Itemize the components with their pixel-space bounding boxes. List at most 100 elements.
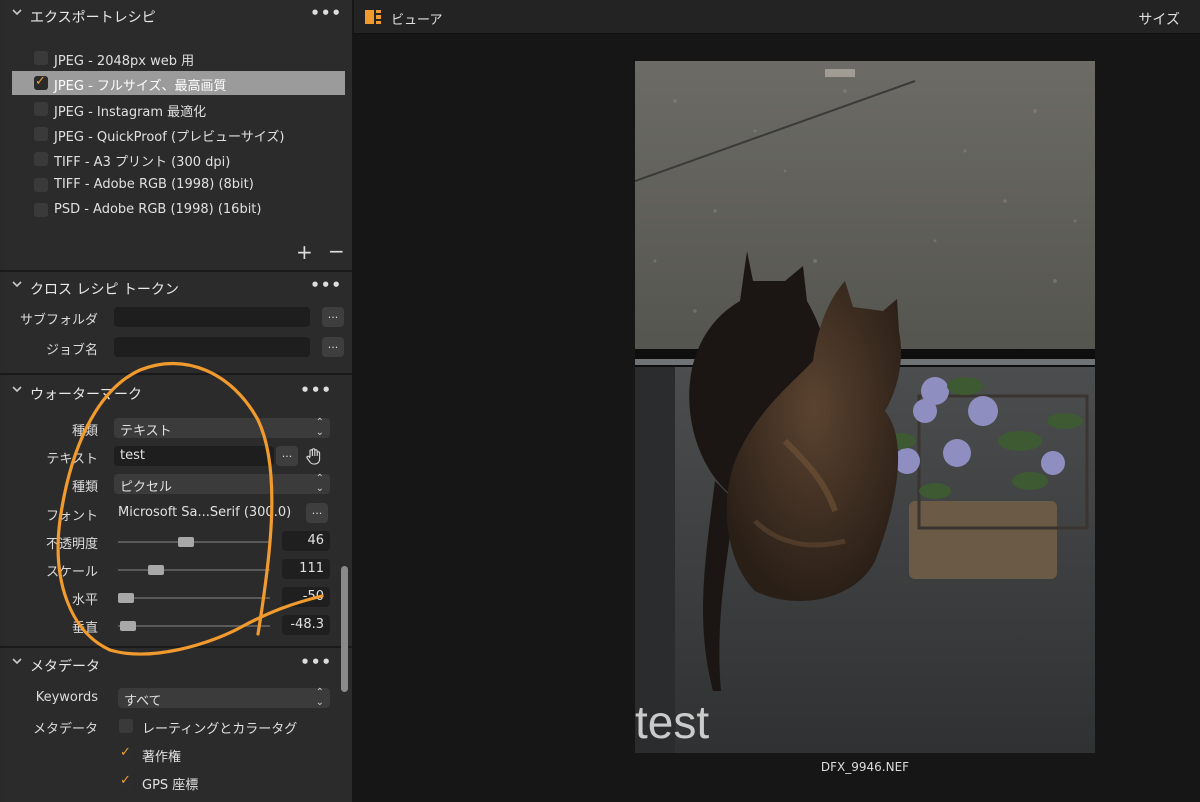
jobname-ellipsis-button[interactable]: ...	[322, 337, 344, 357]
recipe-checkbox[interactable]: ✓	[34, 74, 48, 90]
left-sidebar: エクスポートレシピ ••• JPEG - 2048px web 用 ✓ JPEG…	[0, 0, 352, 802]
scale-slider-thumb[interactable]	[148, 565, 164, 575]
recipe-item-jpeg-2048[interactable]: JPEG - 2048px web 用	[12, 46, 345, 70]
watermark-panel: ウォーターマーク ••• 種類 テキスト ⌃ ⌄ テキスト test ... 種類…	[4, 377, 352, 645]
panel-divider	[0, 373, 352, 375]
recipe-item-jpeg-fullsize[interactable]: ✓ JPEG - フルサイズ、最高画質	[12, 71, 345, 95]
scale-slider-track[interactable]	[118, 569, 270, 571]
recipe-checkbox[interactable]	[34, 178, 48, 192]
vertical-value[interactable]: -48.3	[282, 615, 330, 635]
recipe-item-psd-adobe[interactable]: PSD - Adobe RGB (1998) (16bit)	[12, 198, 345, 222]
recipe-label: JPEG - QuickProof (プレビューサイズ)	[54, 130, 285, 145]
metadata-panel: メタデータ ••• Keywords すべて ⌃ ⌄ メタデータ レーティングとカ…	[4, 649, 352, 802]
more-dots-icon[interactable]: •••	[310, 4, 342, 22]
metadata-header[interactable]: メタデータ •••	[4, 649, 352, 679]
subfolder-ellipsis-button[interactable]: ...	[322, 307, 344, 327]
checkmark-icon: ✓	[120, 745, 131, 760]
recipe-checkbox[interactable]	[34, 51, 48, 65]
watermark-unit-value: ピクセル	[120, 480, 173, 495]
viewer-photo[interactable]: test	[635, 61, 1095, 753]
gps-label: GPS 座標	[142, 778, 199, 793]
updown-chevron-icon: ⌃ ⌄	[315, 473, 324, 494]
opacity-slider-track[interactable]	[118, 541, 270, 543]
chevron-down-icon[interactable]	[11, 6, 23, 18]
cross-recipe-title: クロス レシピ トークン	[30, 282, 179, 298]
more-dots-icon[interactable]: •••	[300, 653, 332, 671]
export-recipes-title: エクスポートレシピ	[30, 10, 156, 26]
watermark-font-ellipsis-button[interactable]: ...	[306, 503, 328, 523]
more-dots-icon[interactable]: •••	[300, 381, 332, 399]
recipe-checkbox[interactable]	[34, 203, 48, 217]
recipe-label: JPEG - 2048px web 用	[54, 54, 195, 69]
rating-color-checkbox[interactable]	[119, 719, 133, 733]
horizontal-label: 水平	[71, 593, 98, 608]
vertical-slider-track[interactable]	[118, 625, 270, 627]
opacity-value[interactable]: 46	[282, 531, 330, 551]
recipe-item-tiff-a3[interactable]: TIFF - A3 プリント (300 dpi)	[12, 147, 345, 171]
metadata-label: メタデータ	[32, 722, 98, 737]
keywords-value: すべて	[124, 694, 162, 709]
recipe-label: PSD - Adobe RGB (1998) (16bit)	[54, 202, 262, 217]
export-recipes-header[interactable]: エクスポートレシピ •••	[4, 0, 352, 30]
remove-recipe-button[interactable]: −	[328, 239, 345, 263]
recipe-label: JPEG - Instagram 最適化	[54, 105, 207, 120]
watermark-unit-select[interactable]: ピクセル ⌃ ⌄	[114, 473, 330, 495]
watermark-title: ウォーターマーク	[30, 387, 142, 403]
sidebar-scrollbar[interactable]	[341, 566, 348, 692]
hand-drag-icon[interactable]	[304, 447, 324, 471]
horizontal-slider-thumb[interactable]	[118, 593, 134, 603]
cross-recipe-header[interactable]: クロス レシピ トークン •••	[4, 272, 352, 302]
recipe-item-jpeg-instagram[interactable]: JPEG - Instagram 最適化	[12, 97, 345, 121]
add-recipe-button[interactable]: +	[296, 240, 313, 264]
watermark-font-label: フォント	[45, 509, 98, 524]
watermark-kind-select[interactable]: テキスト ⌃ ⌄	[114, 417, 330, 439]
watermark-text-value: test	[120, 448, 145, 463]
panel-divider	[0, 646, 352, 648]
recipe-item-tiff-adobe[interactable]: TIFF - Adobe RGB (1998) (8bit)	[12, 173, 345, 197]
recipe-checkbox[interactable]	[34, 127, 48, 141]
updown-chevron-icon: ⌃ ⌄	[315, 417, 324, 438]
opacity-label: 不透明度	[45, 537, 98, 552]
photo-cats-window	[635, 61, 1095, 753]
jobname-field[interactable]	[114, 337, 310, 357]
photo-filename: DFX_9946.NEF	[820, 760, 910, 774]
chevron-down-icon[interactable]	[11, 383, 23, 395]
scale-label: スケール	[45, 565, 98, 580]
keywords-select[interactable]: すべて ⌃ ⌄	[118, 687, 330, 709]
watermark-header[interactable]: ウォーターマーク •••	[4, 377, 352, 407]
updown-chevron-icon: ⌃ ⌄	[315, 687, 324, 708]
watermark-kind-value: テキスト	[120, 424, 172, 439]
horizontal-slider-track[interactable]	[118, 597, 270, 599]
horizontal-value[interactable]: -50	[282, 587, 330, 607]
subfolder-label: サブフォルダ	[19, 313, 98, 328]
viewer-layout-icon[interactable]	[365, 10, 381, 24]
metadata-title: メタデータ	[30, 659, 100, 675]
watermark-unit-label: 種類	[71, 480, 98, 495]
checkmark-icon: ✓	[120, 773, 131, 788]
more-dots-icon[interactable]: •••	[310, 276, 342, 294]
vertical-label: 垂直	[71, 621, 98, 636]
recipe-item-jpeg-quickproof[interactable]: JPEG - QuickProof (プレビューサイズ)	[12, 122, 345, 146]
watermark-text-ellipsis-button[interactable]: ...	[276, 446, 298, 466]
opacity-slider-thumb[interactable]	[178, 537, 194, 547]
export-recipes-panel: エクスポートレシピ ••• JPEG - 2048px web 用 ✓ JPEG…	[4, 0, 352, 270]
viewer-title: ビューア	[391, 13, 443, 28]
subfolder-field[interactable]	[114, 307, 310, 327]
chevron-down-icon[interactable]	[11, 278, 23, 290]
copyright-label: 著作権	[142, 750, 182, 765]
recipe-checkbox[interactable]	[34, 102, 48, 116]
recipe-label: JPEG - フルサイズ、最高画質	[54, 79, 227, 94]
copyright-checkbox[interactable]: ✓	[119, 745, 133, 761]
chevron-down-icon[interactable]	[11, 655, 23, 667]
scale-value[interactable]: 111	[282, 559, 330, 579]
vertical-slider-thumb[interactable]	[120, 621, 136, 631]
rating-color-label: レーティングとカラータグ	[142, 722, 298, 737]
recipe-checkbox[interactable]	[34, 152, 48, 166]
watermark-overlay-text: test	[635, 696, 710, 748]
gps-checkbox[interactable]: ✓	[119, 773, 133, 789]
watermark-kind-label: 種類	[71, 424, 98, 439]
viewer-size-label[interactable]: サイズ	[1138, 9, 1180, 29]
watermark-font-value: Microsoft Sa...Serif (300.0)	[118, 505, 292, 520]
recipe-label: TIFF - Adobe RGB (1998) (8bit)	[54, 177, 254, 192]
watermark-text-label: テキスト	[46, 452, 98, 467]
